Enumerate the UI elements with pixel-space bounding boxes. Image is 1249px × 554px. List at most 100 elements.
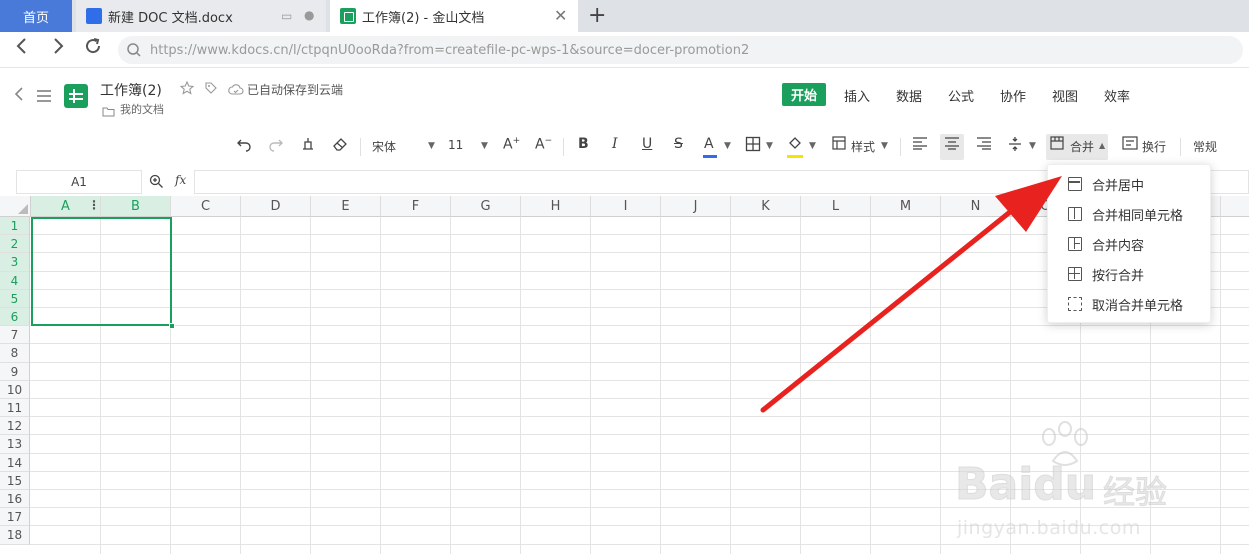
column-header-g[interactable]: G <box>451 196 521 217</box>
row-header-3[interactable]: 3 <box>0 253 30 272</box>
fill-color-icon[interactable] <box>787 136 803 158</box>
back-icon[interactable] <box>14 36 30 61</box>
reload-icon[interactable] <box>84 36 102 61</box>
menu-item-merge-rows[interactable]: 按行合并 <box>1048 259 1212 289</box>
back-chevron-icon[interactable] <box>14 86 24 106</box>
row-header-16[interactable]: 16 <box>0 490 30 509</box>
column-header-c[interactable]: C <box>171 196 241 217</box>
font-name-caret-icon[interactable]: ▼ <box>428 141 435 151</box>
menu-item-merge-same[interactable]: 合并相同单元格 <box>1048 199 1212 229</box>
name-box[interactable]: A1 <box>16 170 142 194</box>
dot-icon[interactable]: ● <box>304 8 314 22</box>
row-header-10[interactable]: 10 <box>0 380 30 399</box>
menu-icon[interactable] <box>36 88 52 107</box>
tab-collab[interactable]: 协作 <box>1000 86 1026 105</box>
column-menu-icon[interactable]: ⋮ <box>88 198 100 212</box>
vertical-align-icon[interactable] <box>1008 136 1022 156</box>
menu-item-merge-content[interactable]: 合并内容 <box>1048 229 1212 259</box>
tab-formula[interactable]: 公式 <box>948 86 974 105</box>
row-header-14[interactable]: 14 <box>0 453 30 472</box>
column-header-h[interactable]: H <box>521 196 591 217</box>
redo-icon[interactable] <box>268 136 284 156</box>
row-header-18[interactable]: 18 <box>0 526 30 545</box>
row-header-2[interactable]: 2 <box>0 235 30 254</box>
font-size-select[interactable]: 11 <box>448 138 463 152</box>
row-header-6[interactable]: 6 <box>0 308 30 327</box>
tab-view[interactable]: 视图 <box>1052 86 1078 105</box>
fill-handle[interactable] <box>169 323 175 329</box>
row-header-13[interactable]: 13 <box>0 435 30 454</box>
style-button[interactable]: 样式 <box>851 138 875 155</box>
cell-selection[interactable] <box>31 217 172 326</box>
row-header-11[interactable]: 11 <box>0 399 30 418</box>
column-header-f[interactable]: F <box>381 196 451 217</box>
wrap-button[interactable]: 换行 <box>1142 138 1166 155</box>
row-header-5[interactable]: 5 <box>0 289 30 308</box>
tab-insert[interactable]: 插入 <box>844 86 870 105</box>
tag-icon[interactable] <box>204 80 218 99</box>
format-painter-icon[interactable] <box>300 136 316 156</box>
star-icon[interactable] <box>179 80 195 99</box>
align-center-icon[interactable] <box>944 136 960 154</box>
row-header-17[interactable]: 17 <box>0 508 30 527</box>
underline-icon[interactable]: U <box>642 136 652 152</box>
tab-workbook[interactable]: 工作簿(2) - 金山文档 ✕ <box>330 0 578 32</box>
close-icon[interactable]: ✕ <box>554 6 567 25</box>
merge-button[interactable]: 合并 <box>1070 138 1094 155</box>
row-header-12[interactable]: 12 <box>0 417 30 436</box>
column-header-j[interactable]: J <box>661 196 731 217</box>
vertical-align-caret-icon[interactable]: ▼ <box>1029 141 1036 151</box>
tab-efficiency[interactable]: 效率 <box>1104 86 1130 105</box>
decrease-font-icon[interactable]: A− <box>535 136 552 153</box>
font-name-select[interactable]: 宋体 <box>372 138 396 155</box>
menu-item-unmerge[interactable]: 取消合并单元格 <box>1048 289 1212 319</box>
font-size-caret-icon[interactable]: ▼ <box>481 141 488 151</box>
wrap-icon[interactable] <box>1122 136 1138 154</box>
select-all-corner[interactable] <box>0 196 31 217</box>
column-header-m[interactable]: M <box>871 196 941 217</box>
italic-icon[interactable]: I <box>612 136 618 152</box>
style-caret-icon[interactable]: ▼ <box>881 141 888 151</box>
tab-start[interactable]: 开始 <box>782 83 827 106</box>
font-color-caret-icon[interactable]: ▼ <box>724 141 731 151</box>
column-header-e[interactable]: E <box>311 196 381 217</box>
style-icon[interactable] <box>832 136 846 154</box>
strikethrough-icon[interactable]: S <box>674 136 683 152</box>
row-header-8[interactable]: 8 <box>0 344 30 363</box>
forward-icon[interactable] <box>50 36 66 61</box>
row-header-9[interactable]: 9 <box>0 362 30 381</box>
column-header-i[interactable]: I <box>591 196 661 217</box>
eraser-icon[interactable] <box>332 136 348 156</box>
row-header-7[interactable]: 7 <box>0 326 30 345</box>
zoom-icon[interactable] <box>149 174 164 193</box>
merge-icon[interactable] <box>1050 136 1064 154</box>
column-header-k[interactable]: K <box>731 196 801 217</box>
new-tab-plus-icon[interactable]: + <box>588 3 606 28</box>
doc-title[interactable]: 工作簿(2) <box>100 80 162 100</box>
number-format-select[interactable]: 常规 <box>1193 138 1217 155</box>
row-header-4[interactable]: 4 <box>0 271 30 290</box>
menu-item-merge-center[interactable]: 合并居中 <box>1048 169 1212 199</box>
monitor-icon[interactable]: ▭ <box>281 9 292 23</box>
increase-font-icon[interactable]: A+ <box>503 136 520 153</box>
fill-color-caret-icon[interactable]: ▼ <box>809 141 816 151</box>
row-header-1[interactable]: 1 <box>0 217 30 236</box>
merge-caret-icon[interactable]: ▲ <box>1099 141 1105 150</box>
bold-icon[interactable]: B <box>578 136 589 152</box>
column-header-n[interactable]: N <box>941 196 1011 217</box>
align-left-icon[interactable] <box>912 136 928 154</box>
tab-data[interactable]: 数据 <box>896 86 922 105</box>
column-header-d[interactable]: D <box>241 196 311 217</box>
font-color-icon[interactable]: A <box>703 136 717 158</box>
column-header-l[interactable]: L <box>801 196 871 217</box>
url-field[interactable]: https://www.kdocs.cn/l/ctpqnU0ooRda?from… <box>118 36 1243 64</box>
column-header-r[interactable]: R <box>1221 196 1249 217</box>
column-header-b[interactable]: B <box>101 196 171 217</box>
tab-home[interactable]: 首页 <box>0 0 72 32</box>
undo-icon[interactable] <box>236 136 252 156</box>
fx-icon[interactable]: fx <box>175 173 186 187</box>
border-icon[interactable] <box>745 136 761 156</box>
row-header-15[interactable]: 15 <box>0 471 30 490</box>
border-caret-icon[interactable]: ▼ <box>766 141 773 151</box>
tab-doc[interactable]: 新建 DOC 文档.docx ▭ ● <box>76 0 326 32</box>
